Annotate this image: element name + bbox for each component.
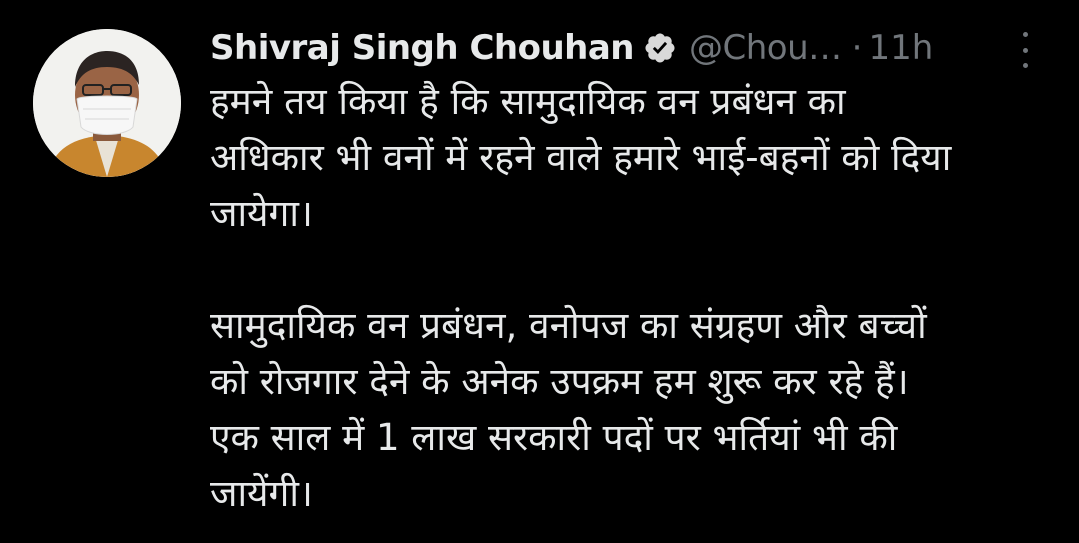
verified-badge-icon: [643, 31, 677, 65]
tweet-body: हमने तय किया है कि सामुदायिक वन प्रबंधन …: [210, 74, 1070, 522]
more-dot: [1022, 47, 1028, 53]
avatar-photo: [33, 29, 181, 177]
more-options-icon[interactable]: [1013, 30, 1037, 70]
tweet-paragraph: सामुदायिक वन प्रबंधन, वनोपज का संग्रहण औ…: [210, 304, 927, 515]
author-handle[interactable]: @Chou…: [689, 28, 842, 68]
timestamp[interactable]: 11h: [868, 28, 933, 68]
more-dot: [1022, 63, 1028, 68]
tweet-paragraph: हमने तय किया है कि सामुदायिक वन प्रबंधन …: [210, 80, 952, 235]
separator-dot: ·: [851, 28, 863, 68]
avatar[interactable]: [33, 29, 181, 177]
author-display-name[interactable]: Shivraj Singh Chouhan: [210, 28, 635, 68]
more-dot: [1022, 32, 1028, 37]
tweet[interactable]: Shivraj Singh Chouhan @Chou… · 11h हमने …: [0, 0, 1079, 543]
tweet-header: Shivraj Singh Chouhan @Chou… · 11h: [210, 22, 933, 74]
